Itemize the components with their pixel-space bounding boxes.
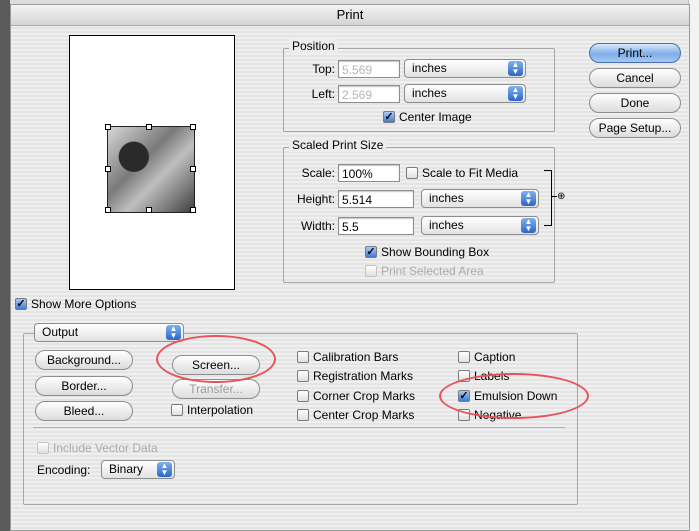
background-button[interactable]: Background... xyxy=(35,350,133,370)
top-unit-select[interactable]: inches ▲ ▼ xyxy=(404,59,526,78)
center-crop-marks-checkbox[interactable] xyxy=(297,409,309,421)
height-label: Height: xyxy=(296,192,335,206)
height-unit-value: inches xyxy=(429,191,464,205)
page-setup-button[interactable]: Page Setup... xyxy=(589,118,681,138)
resize-handle[interactable] xyxy=(105,124,111,130)
interpolation-label: Interpolation xyxy=(187,403,254,417)
center-image-text: Center Image xyxy=(399,110,472,124)
print-dialog: Print Position Top: 5.569 inches ▲ ▼ Left… xyxy=(10,4,690,531)
scale-to-fit-checkbox[interactable] xyxy=(406,167,418,179)
print-selected-area-checkbox[interactable] xyxy=(365,265,377,277)
print-selected-area-label: Print Selected Area xyxy=(381,264,484,278)
corner-crop-marks-checkbox[interactable] xyxy=(297,390,309,402)
resize-handle[interactable] xyxy=(190,124,196,130)
print-button[interactable]: Print... xyxy=(589,43,681,63)
scale-to-fit-label: Scale to Fit Media xyxy=(422,166,519,180)
popup-arrow-icon: ▲ ▼ xyxy=(508,61,523,76)
resize-handle[interactable] xyxy=(190,166,196,172)
scaled-print-size-legend: Scaled Print Size xyxy=(289,138,387,152)
caption-checkbox[interactable] xyxy=(458,351,470,363)
center-image-label: Center Image xyxy=(399,110,472,124)
width-unit-value: inches xyxy=(429,218,464,232)
center-image-checkbox[interactable]: ✓ xyxy=(383,111,395,123)
border-button[interactable]: Border... xyxy=(35,376,133,396)
registration-marks-label: Registration Marks xyxy=(313,369,414,383)
popup-arrow-icon: ▲ ▼ xyxy=(166,325,181,340)
center-crop-marks-label: Center Crop Marks xyxy=(313,408,415,422)
show-more-options-label: Show More Options xyxy=(31,297,137,311)
width-input[interactable]: 5.5 xyxy=(338,217,414,235)
popup-arrow-icon: ▲ ▼ xyxy=(521,218,536,233)
done-button[interactable]: Done xyxy=(589,93,681,113)
bleed-button[interactable]: Bleed... xyxy=(35,401,133,421)
top-input[interactable]: 5.569 xyxy=(338,60,400,78)
show-bounding-box-checkbox[interactable]: ✓ xyxy=(365,246,377,258)
popup-arrow-icon: ▲ ▼ xyxy=(157,462,172,477)
top-label: Top: xyxy=(312,62,335,76)
caption-label: Caption xyxy=(474,350,516,364)
constrain-bracket xyxy=(544,170,552,226)
left-input[interactable]: 2.569 xyxy=(338,85,400,103)
annotation-circle-screen xyxy=(156,335,276,383)
include-vector-data-checkbox[interactable] xyxy=(37,442,49,454)
corner-crop-marks-label: Corner Crop Marks xyxy=(313,389,416,403)
height-input[interactable]: 5.514 xyxy=(338,190,414,208)
window-title: Print xyxy=(11,5,689,26)
include-vector-data-label: Include Vector Data xyxy=(53,441,158,455)
scale-input[interactable]: 100% xyxy=(338,164,400,182)
show-bounding-box-label: Show Bounding Box xyxy=(381,245,490,259)
calibration-bars-checkbox[interactable] xyxy=(297,351,309,363)
calibration-bars-label: Calibration Bars xyxy=(313,350,399,364)
resize-handle[interactable] xyxy=(146,124,152,130)
resize-handle[interactable] xyxy=(190,207,196,213)
left-unit-value: inches xyxy=(412,86,447,100)
preview-image[interactable] xyxy=(107,126,195,213)
registration-marks-checkbox[interactable] xyxy=(297,370,309,382)
resize-handle[interactable] xyxy=(105,166,111,172)
output-menu-select[interactable]: Output ▲ ▼ xyxy=(34,323,184,342)
popup-arrow-icon: ▲ ▼ xyxy=(508,86,523,101)
width-label: Width: xyxy=(300,219,335,233)
width-unit-select[interactable]: inches ▲ ▼ xyxy=(421,216,539,235)
top-unit-value: inches xyxy=(412,61,447,75)
height-unit-select[interactable]: inches ▲ ▼ xyxy=(421,189,539,208)
annotation-circle-emulsion xyxy=(439,373,589,419)
resize-handle[interactable] xyxy=(146,207,152,213)
popup-arrow-icon: ▲ ▼ xyxy=(521,191,536,206)
encoding-label: Encoding: xyxy=(37,463,91,477)
position-legend: Position xyxy=(289,39,338,53)
output-menu-value: Output xyxy=(42,325,79,339)
link-icon: ⊕ xyxy=(557,191,566,202)
encoding-select[interactable]: Binary ▲ ▼ xyxy=(101,460,175,479)
background-window-edge xyxy=(0,0,10,531)
left-label: Left: xyxy=(311,87,335,101)
interpolation-checkbox[interactable] xyxy=(171,404,183,416)
show-more-options-checkbox[interactable]: ✓ xyxy=(15,298,27,310)
scale-label: Scale: xyxy=(301,166,335,180)
resize-handle[interactable] xyxy=(105,207,111,213)
output-divider xyxy=(33,427,565,428)
left-unit-select[interactable]: inches ▲ ▼ xyxy=(404,84,526,103)
encoding-value: Binary xyxy=(109,462,144,476)
cancel-button[interactable]: Cancel xyxy=(589,68,681,88)
